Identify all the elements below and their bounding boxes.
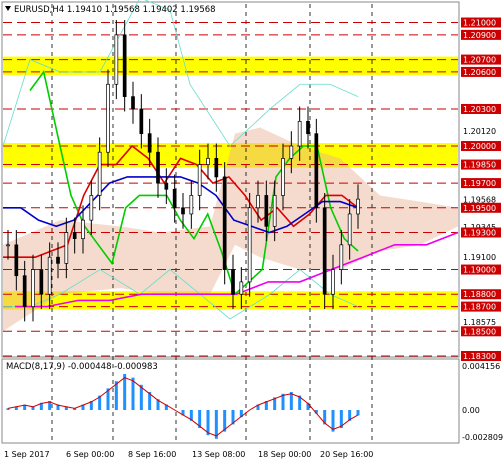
price-label-13: 1.19100 bbox=[463, 253, 496, 262]
candle-body-13 bbox=[114, 34, 119, 85]
price-label-15: 1.18800 bbox=[463, 290, 496, 299]
macd-axis-bottom: -0.002809 bbox=[462, 433, 503, 442]
price-label-18: 1.18500 bbox=[463, 327, 496, 336]
candle-body-1 bbox=[14, 244, 19, 277]
macd-axis-zero: 0.00 bbox=[462, 406, 480, 415]
candle-body-35 bbox=[297, 120, 302, 147]
candle-body-37 bbox=[314, 133, 319, 209]
time-label-5: 20 Sep 16:00 bbox=[320, 450, 373, 459]
candle-body-40 bbox=[339, 244, 344, 270]
price-label-7: 1.19850 bbox=[463, 161, 496, 170]
chart-window: 1.21000 1.20900 1.20700 1.20600 1.20300 1.201… bbox=[0, 0, 503, 465]
candle-body-9 bbox=[81, 219, 85, 240]
candle-body-14 bbox=[122, 34, 127, 97]
macd-bar-42 bbox=[356, 410, 360, 416]
candle-body-8 bbox=[72, 232, 77, 240]
candle-body-11 bbox=[97, 151, 102, 196]
candle-body-27 bbox=[231, 269, 235, 295]
time-label-3: 13 Sep 08:00 bbox=[192, 450, 245, 459]
candle-body-15 bbox=[131, 96, 135, 110]
candle-body-5 bbox=[47, 256, 52, 295]
candle-body-30 bbox=[256, 195, 260, 209]
price-axis-labels: 1.21000 1.20900 1.20700 1.20600 1.20300 1.201… bbox=[461, 17, 501, 361]
candle-body-3 bbox=[31, 269, 35, 307]
candle-body-29 bbox=[247, 207, 252, 283]
candle-body-36 bbox=[306, 120, 310, 135]
candle-body-20 bbox=[172, 188, 177, 209]
candle-body-16 bbox=[139, 108, 144, 135]
price-label-10: 1.19500 bbox=[463, 204, 496, 213]
price-label-8: 1.19700 bbox=[463, 179, 496, 188]
candle-body-31 bbox=[264, 195, 269, 227]
candle-body-10 bbox=[89, 195, 94, 221]
price-label-6: 1.20000 bbox=[463, 142, 496, 151]
candle-body-18 bbox=[156, 151, 160, 184]
price-label-12: 1.19300 bbox=[463, 228, 496, 237]
candle-body-41 bbox=[347, 213, 352, 246]
price-label-2: 1.20700 bbox=[463, 56, 496, 65]
macd-axis-top: 0.004156 bbox=[462, 362, 500, 371]
candle-body-42 bbox=[356, 198, 360, 215]
chart-canvas[interactable]: 1.21000 1.20900 1.20700 1.20600 1.20300 1.201… bbox=[0, 0, 503, 465]
candle-body-17 bbox=[147, 133, 152, 153]
price-label-19: 1.18300 bbox=[463, 352, 496, 361]
macd-bar-15 bbox=[131, 377, 135, 410]
price-label-0: 1.21000 bbox=[463, 19, 496, 28]
candle-body-22 bbox=[189, 195, 194, 215]
candle-body-34 bbox=[289, 145, 294, 159]
candle-body-0 bbox=[6, 244, 10, 247]
time-label-2: 8 Sep 16:00 bbox=[128, 450, 176, 459]
price-label-14: 1.19000 bbox=[463, 266, 496, 275]
price-label-16: 1.18700 bbox=[463, 303, 496, 312]
macd-title: MACD(8,17,9) -0.000448 -0.000983 bbox=[6, 362, 158, 372]
macd-bar-14 bbox=[123, 374, 127, 410]
symbol-info: EURUSD,H4 1.19410 1.19568 1.19402 1.1956… bbox=[14, 5, 216, 15]
candle-body-21 bbox=[181, 207, 185, 215]
price-label-17: 1.18575 bbox=[463, 318, 496, 327]
time-label-4: 18 Sep 00:00 bbox=[258, 450, 311, 459]
candle-body-2 bbox=[22, 275, 27, 307]
candle-body-38 bbox=[322, 207, 327, 295]
candle-body-26 bbox=[222, 176, 227, 270]
candle-body-7 bbox=[64, 232, 69, 264]
candle-body-12 bbox=[106, 83, 110, 153]
time-label-0: 1 Sep 2017 bbox=[4, 450, 50, 459]
candle-body-24 bbox=[206, 158, 210, 165]
candle-body-33 bbox=[281, 158, 285, 196]
time-axis: 1 Sep 2017 6 Sep 00:00 8 Sep 16:00 13 Sep 0… bbox=[4, 450, 373, 459]
candle-body-19 bbox=[164, 182, 169, 190]
candle-body-28 bbox=[239, 281, 244, 295]
price-label-3: 1.20600 bbox=[463, 68, 496, 77]
time-label-1: 6 Sep 00:00 bbox=[66, 450, 114, 459]
candle-body-25 bbox=[214, 158, 219, 178]
candle-body-4 bbox=[39, 269, 44, 295]
candle-body-39 bbox=[331, 269, 335, 295]
price-label-4: 1.20300 bbox=[463, 105, 496, 114]
price-label-5: 1.20120 bbox=[463, 127, 496, 136]
candle-body-6 bbox=[56, 256, 60, 264]
price-label-1: 1.20900 bbox=[463, 31, 496, 40]
candle-body-23 bbox=[197, 164, 202, 196]
candle-body-32 bbox=[272, 195, 277, 227]
